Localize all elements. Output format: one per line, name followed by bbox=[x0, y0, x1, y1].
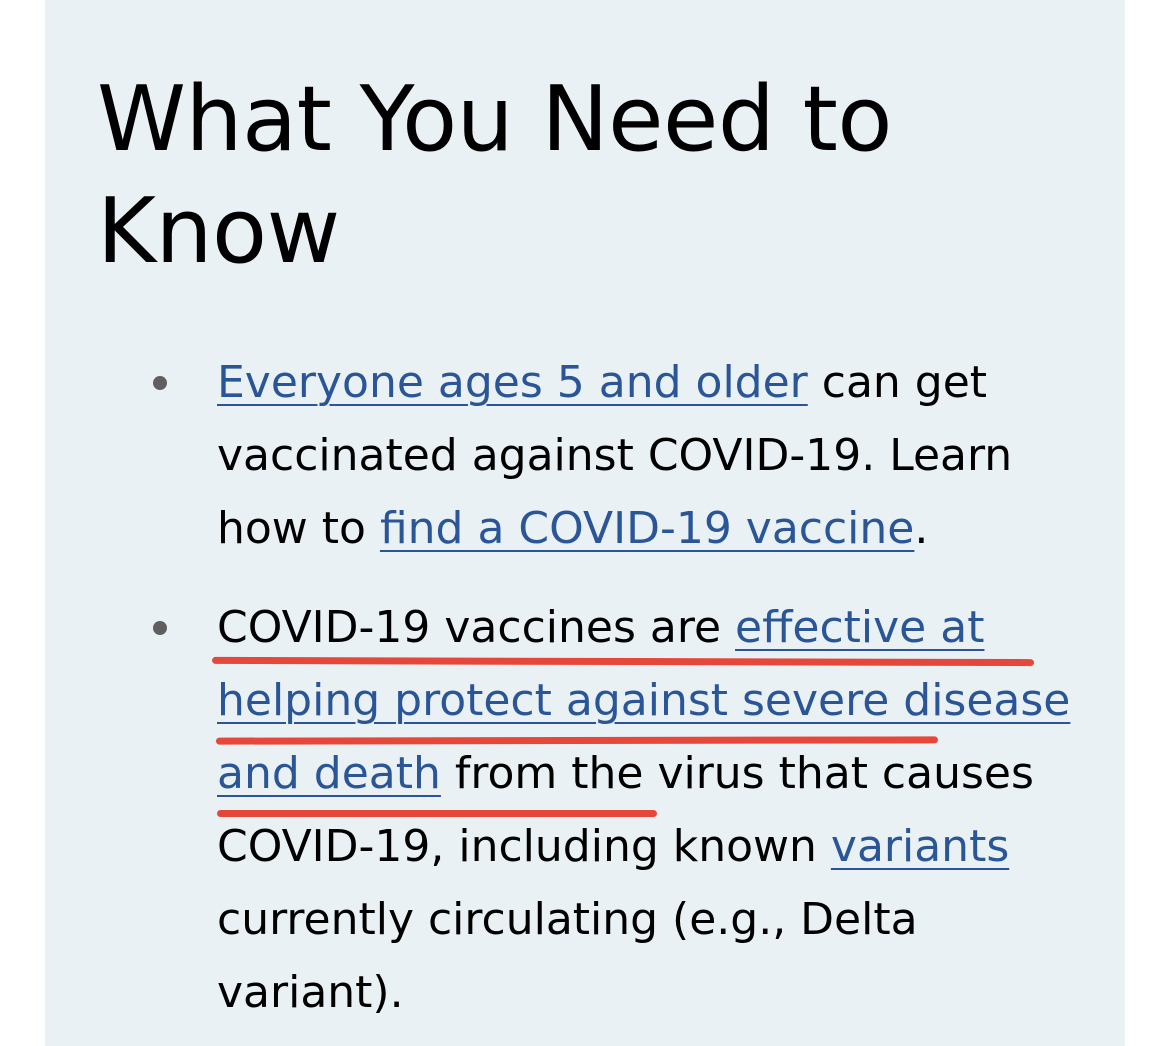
variants-link[interactable]: variants bbox=[831, 821, 1009, 872]
bullet-icon bbox=[153, 376, 167, 390]
red-highlight-underline bbox=[217, 810, 657, 817]
everyone-ages-link[interactable]: Everyone ages 5 and older bbox=[217, 357, 808, 408]
list-item-text: . bbox=[914, 503, 929, 554]
red-highlight-underline bbox=[215, 736, 939, 745]
bullet-icon bbox=[153, 621, 167, 635]
list-item-text: currently circulating (e.g., Delta varia… bbox=[217, 894, 918, 1018]
find-vaccine-link[interactable]: find a COVID-19 vaccine bbox=[380, 503, 914, 554]
list-item: Everyone ages 5 and older can get vaccin… bbox=[217, 346, 1097, 565]
page-title: What You Need to Know bbox=[97, 67, 892, 284]
list-item-text: COVID-19 vaccines are bbox=[217, 602, 736, 653]
